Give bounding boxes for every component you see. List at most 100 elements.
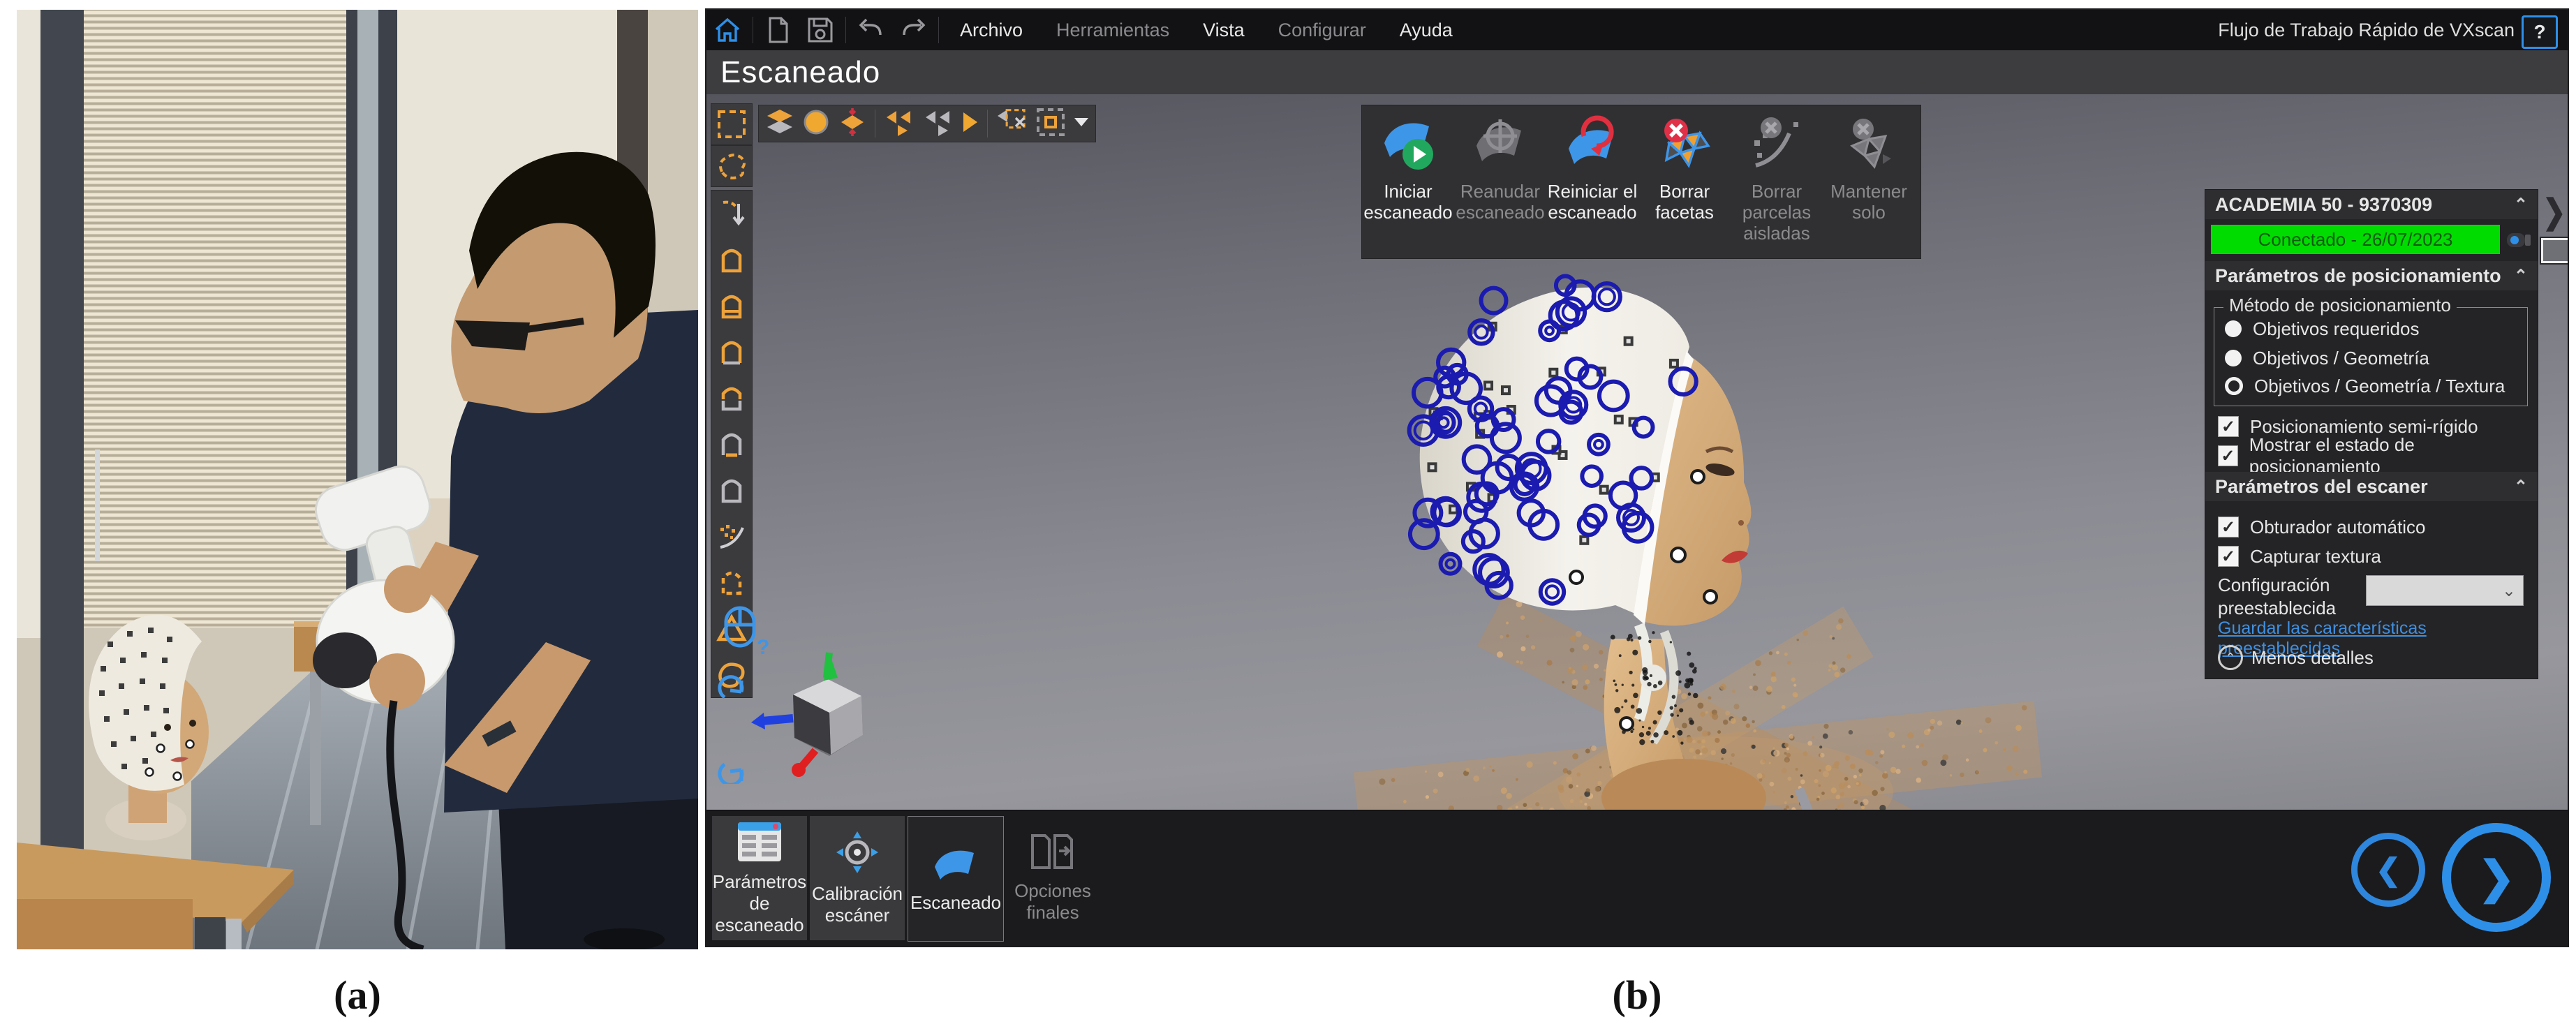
button-label: Escaneado — [910, 892, 1001, 914]
d-half-tool-icon[interactable] — [711, 375, 752, 421]
layers-icon[interactable] — [764, 108, 795, 140]
button-label: Borrar facetas — [1638, 181, 1731, 223]
start-scan-button[interactable]: Iniciar escaneado — [1362, 115, 1454, 223]
hand-on-scanner — [369, 653, 425, 709]
device-name: ACADEMIA 50 - 9370309 — [2215, 194, 2432, 216]
preset-label: Configuraciónpreestablecida — [2218, 574, 2336, 620]
radio-icon — [2225, 377, 2243, 395]
rotate-arrows-icon[interactable] — [716, 672, 750, 784]
chevron-up-icon[interactable]: ⌃ — [2514, 195, 2528, 215]
check-obturador-automatico[interactable]: ✓ Obturador automático — [2218, 515, 2425, 539]
d-surface-tool-icon[interactable] — [711, 237, 752, 283]
keep-only-icon — [1840, 115, 1898, 174]
resume-scan-button[interactable]: Reanudar escaneado — [1454, 115, 1546, 223]
zoom-extents-icon[interactable] — [995, 107, 1028, 141]
delete-isolated-patches-button[interactable]: Borrar parcelas aisladas — [1731, 115, 1823, 244]
nostril — [1738, 520, 1744, 526]
play-orientation-icon[interactable] — [961, 108, 980, 140]
panel-collapse-icon[interactable]: ❯ — [2542, 193, 2566, 231]
menu-archivo[interactable]: Archivo — [960, 20, 1023, 41]
previous-step-button[interactable]: ❮ — [2351, 833, 2425, 907]
nav-opciones-finales[interactable]: Opcionesfinales — [1005, 816, 1100, 940]
preset-dropdown[interactable]: ⌄ — [2366, 575, 2524, 606]
z-axis-arrow — [762, 718, 793, 721]
scan-action-toolbar: Iniciar escaneado Reanudar escaneado Rei… — [1361, 105, 1921, 259]
menu-ayuda[interactable]: Ayuda — [1400, 20, 1453, 41]
button-label: Parámetrosde escaneado — [712, 871, 807, 936]
menu-herramientas[interactable]: Herramientas — [1056, 20, 1169, 41]
title-bar: Archivo Herramientas Vista Configurar Ay… — [706, 10, 2568, 50]
divider — [938, 17, 939, 43]
compress-icon[interactable] — [837, 107, 868, 141]
nav-calibracion-escaner[interactable]: Calibraciónescáner — [810, 816, 905, 940]
delete-facets-icon — [1655, 115, 1714, 174]
button-label: Calibraciónescáner — [812, 883, 903, 926]
d-grey-orange-tool-icon[interactable] — [711, 421, 752, 467]
nav-parametros-escaneado[interactable]: Parámetrosde escaneado — [712, 816, 807, 940]
check-mostrar-estado[interactable]: ✓Mostrar el estado de posicionamiento — [2218, 444, 2538, 468]
window-glass-left — [17, 10, 40, 638]
positioning-section-header[interactable]: Parámetros de posicionamiento ⌃ — [2205, 261, 2538, 290]
toolbar-dropdown-icon[interactable] — [1073, 115, 1090, 133]
arrow-plane-tool-icon[interactable] — [711, 191, 752, 237]
page-heading-band: Escaneado — [706, 50, 2568, 94]
less-details-toggle[interactable]: ⌃ Menos detalles — [2218, 645, 2374, 670]
new-file-icon[interactable] — [763, 16, 794, 44]
restore-window-icon[interactable] — [2541, 238, 2568, 263]
home-icon[interactable] — [712, 16, 743, 44]
section-title: Parámetros de posicionamiento — [2215, 265, 2501, 287]
radio-objetivos-geometria[interactable]: Objetivos / Geometría — [2225, 346, 2429, 370]
parameters-panel: ACADEMIA 50 - 9370309 ⌃ Conectado - 26/0… — [2205, 189, 2538, 679]
viewport-3d[interactable]: Iniciar escaneado Reanudar escaneado Rei… — [706, 94, 2568, 810]
prev-orientation-icon[interactable] — [882, 108, 915, 140]
check-capturar-textura[interactable]: ✓Capturar textura — [2218, 544, 2381, 568]
figure: { "captions": { "a": "(a)", "b": "(b)" }… — [0, 0, 2576, 1031]
rectangle-select-icon[interactable] — [711, 103, 753, 145]
menu-configurar[interactable]: Configurar — [1278, 20, 1366, 41]
radio-label: Objetivos / Geometría — [2253, 348, 2429, 369]
next-orientation-icon[interactable] — [921, 108, 954, 140]
dashed-d-tool-icon[interactable] — [711, 559, 752, 605]
help-icon[interactable]: ? — [2522, 15, 2558, 49]
zoom-selection-icon[interactable] — [1035, 107, 1066, 141]
checkbox-icon: ✓ — [2218, 517, 2239, 537]
sphere-icon[interactable] — [802, 108, 830, 140]
next-step-button[interactable]: ❯ — [2442, 823, 2551, 932]
scanner-section-header[interactable]: Parámetros del escaner ⌃ — [2205, 472, 2538, 501]
nav-escaneado[interactable]: Escaneado — [908, 816, 1004, 942]
start-scan-icon — [1379, 115, 1437, 174]
button-label: Mantener solo — [1823, 181, 1915, 223]
blinds-wand — [95, 450, 100, 561]
freeform-select-icon[interactable] — [711, 145, 753, 187]
d-grey-tool-icon[interactable] — [711, 467, 752, 513]
view-toolbar — [758, 105, 1096, 142]
navigation-cube[interactable] — [751, 646, 891, 792]
checkbox-label: Capturar textura — [2250, 546, 2381, 568]
page-title: Escaneado — [720, 55, 880, 90]
scan-parameters-icon — [736, 821, 783, 863]
keep-only-button[interactable]: Mantener solo — [1823, 115, 1915, 223]
checkbox-label: Obturador automático — [2250, 517, 2425, 538]
restart-scan-button[interactable]: Reiniciar el escaneado — [1546, 115, 1638, 223]
connection-status-badge: Conectado - 26/07/2023 — [2211, 225, 2500, 254]
radio-label: Objetivos requeridos — [2253, 318, 2419, 340]
button-label: Reiniciar el escaneado — [1546, 181, 1638, 223]
hand-on-grip — [384, 565, 431, 613]
caption-a: (a) — [17, 972, 698, 1018]
redo-icon[interactable] — [898, 16, 928, 44]
chevron-up-icon[interactable]: ⌃ — [2514, 477, 2528, 497]
d-split-tool-icon[interactable] — [711, 329, 752, 375]
device-header[interactable]: ACADEMIA 50 - 9370309 ⌃ — [2205, 190, 2538, 219]
chevron-up-icon[interactable]: ⌃ — [2514, 266, 2528, 286]
window-frame-left — [40, 10, 84, 861]
undo-icon[interactable] — [856, 16, 887, 44]
radio-objetivos-requeridos[interactable]: Objetivos requeridos — [2225, 317, 2419, 341]
caption-b: (b) — [706, 972, 2568, 1018]
delete-facets-button[interactable]: Borrar facetas — [1638, 115, 1731, 223]
spray-curve-tool-icon[interactable] — [711, 513, 752, 559]
menu-vista[interactable]: Vista — [1203, 20, 1245, 41]
d-volume-tool-icon[interactable] — [711, 283, 752, 329]
radio-objetivos-geometria-textura[interactable]: Objetivos / Geometría / Textura — [2225, 374, 2505, 398]
save-icon[interactable] — [805, 16, 836, 44]
delete-isolated-patches-icon — [1747, 115, 1806, 174]
